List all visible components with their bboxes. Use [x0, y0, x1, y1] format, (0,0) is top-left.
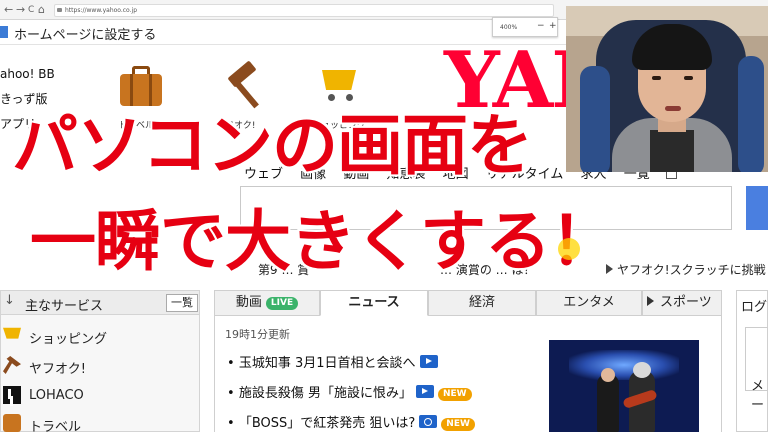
news-item[interactable]: • 「BOSS」で紅茶発売 狙いは? NEW — [227, 412, 475, 431]
yahoo-bb-link[interactable]: ahoo! BB — [0, 62, 55, 87]
tab-video-news[interactable]: 動画 LIVE — [214, 290, 320, 316]
video-icon — [419, 355, 438, 368]
new-badge: NEW — [441, 418, 475, 431]
home-icon[interactable]: ⌂ — [38, 3, 45, 17]
tab-sports[interactable]: スポーツ — [642, 290, 722, 316]
sidebar-title: 主なサービス — [25, 299, 104, 314]
webcam-overlay — [566, 6, 768, 172]
news-tabs: 動画 LIVE ニュース 経済 エンタメ スポーツ — [214, 290, 722, 316]
back-icon[interactable]: ← — [4, 3, 13, 17]
gavel-icon — [3, 356, 21, 374]
tab-economy[interactable]: 経済 — [428, 290, 536, 316]
sidebar-item-shopping[interactable]: ショッピング — [1, 321, 199, 351]
sidebar-item-label: LOHACO — [29, 388, 84, 403]
main-services-sidebar: ↓ 主なサービス 一覧 ショッピング ヤフオク! LOHACO トラベル — [0, 290, 200, 432]
new-badge: NEW — [437, 388, 472, 401]
zoom-out-button[interactable]: − — [537, 21, 545, 31]
cursor-highlight — [558, 238, 580, 260]
camera-icon — [419, 415, 438, 428]
mail-link[interactable]: メー — [751, 375, 767, 413]
reload-icon[interactable]: C — [28, 3, 34, 17]
zoom-in-button[interactable]: + — [549, 21, 557, 31]
play-icon — [647, 296, 654, 306]
news-item[interactable]: • 玉城知事 3月1日首相と会談へ — [227, 352, 438, 371]
lock-icon — [57, 8, 62, 12]
login-title: ログ — [741, 300, 768, 315]
news-photo[interactable] — [549, 340, 699, 432]
search-button[interactable] — [746, 186, 768, 230]
video-icon — [415, 385, 434, 398]
news-item[interactable]: • 施設長殺傷 男「施設に恨み」 NEW — [227, 382, 472, 401]
address-bar[interactable]: https://www.yahoo.co.jp — [54, 4, 554, 17]
sidebar-header: ↓ 主なサービス 一覧 — [1, 291, 199, 315]
url-text: https://www.yahoo.co.jp — [65, 7, 138, 14]
arrow-down-icon: ↓ — [4, 293, 15, 308]
lohaco-icon — [3, 386, 21, 404]
zoom-popup: 400% − + — [492, 17, 558, 37]
caption-line-2: 一瞬で大きくする！ — [28, 201, 618, 282]
sidebar-item-travel[interactable]: トラベル — [1, 409, 199, 432]
forward-icon[interactable]: → — [16, 3, 25, 17]
tab-entertainment[interactable]: エンタメ — [536, 290, 642, 316]
sidebar-item-label: ショッピング — [29, 332, 108, 347]
sidebar-item-auction[interactable]: ヤフオク! — [1, 351, 199, 381]
sidebar-item-label: トラベル — [29, 420, 82, 432]
set-homepage-link[interactable]: ホームページに設定する — [14, 24, 156, 43]
all-services-button[interactable]: 一覧 — [166, 294, 198, 312]
tab-news[interactable]: ニュース — [320, 290, 428, 316]
sidebar-item-label: ヤフオク! — [29, 362, 86, 377]
news-panel: 19時1分更新 • 玉城知事 3月1日首相と会談へ • 施設長殺傷 男「施設に恨… — [214, 316, 722, 432]
updated-time: 19時1分更新 — [225, 328, 290, 341]
sidebar-item-lohaco[interactable]: LOHACO — [1, 381, 199, 411]
cart-icon — [3, 327, 21, 339]
caption-line-1: パソコンの画面を — [10, 105, 535, 186]
suitcase-icon — [3, 414, 21, 432]
zoom-level: 400% — [500, 24, 518, 31]
pickup-item[interactable]: ヤフオク!スクラッチに挑戦 — [606, 261, 766, 278]
home-page-icon — [0, 26, 8, 38]
login-panel: ログ メー — [736, 290, 768, 432]
live-badge: LIVE — [265, 297, 299, 310]
